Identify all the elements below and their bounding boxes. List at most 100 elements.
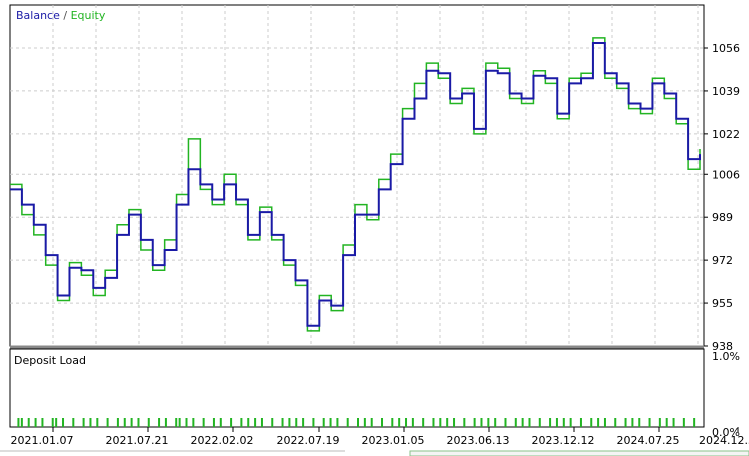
deposit-load-bar <box>72 418 75 427</box>
ytick-label: 1039 <box>712 85 740 98</box>
ytick-label: 989 <box>712 211 733 224</box>
deposit-load-bar <box>51 418 54 427</box>
chart-title: Balance / Equity <box>16 9 106 22</box>
legend-equity: Equity <box>71 9 106 22</box>
deposit-load-bar <box>693 418 696 427</box>
deposit-load-bar <box>212 418 215 427</box>
deposit-load-bar <box>130 418 133 427</box>
deposit-load-bar <box>34 418 37 427</box>
deposit-load-bar <box>254 418 257 427</box>
deposit-load-bar <box>346 418 349 427</box>
deposit-load-bar <box>487 418 490 427</box>
deposit-load-bar <box>665 418 668 427</box>
ytick-label: 1022 <box>712 128 740 141</box>
xtick-label: 2021.07.21 <box>106 434 169 447</box>
ytick-label: 1056 <box>712 42 740 55</box>
deposit-load-bar <box>271 418 274 427</box>
deposit-load-bar <box>312 418 315 427</box>
xtick-label: 2023.12.12 <box>532 434 595 447</box>
ytick-label: 1006 <box>712 168 740 181</box>
deposit-load-bar <box>631 418 634 427</box>
deposit-load-title: Deposit Load <box>14 354 86 367</box>
deposit-load-bar <box>295 418 298 427</box>
deposit-load-bar <box>480 418 483 427</box>
deposit-load-bar <box>137 418 140 427</box>
deposit-load-bar <box>514 418 517 427</box>
deposit-load-bar <box>96 418 99 427</box>
deposit-load-bar <box>230 418 233 427</box>
deposit-load-bar <box>329 418 332 427</box>
deposit-load-bar <box>370 418 373 427</box>
deposit-load-bar <box>336 418 339 427</box>
deposit-load-bar <box>20 418 23 427</box>
deposit-load-bar <box>453 418 456 427</box>
deposit-load-bar <box>89 418 92 427</box>
backtest-chart: 1056 1039 1022 1006 989 972 955 938 2021.01.07 2… <box>0 0 749 456</box>
xtick-label: 2022.02.02 <box>191 434 254 447</box>
deposit-load-bar <box>614 418 617 427</box>
deposit-load-bar <box>597 418 600 427</box>
deposit-load-bar <box>658 418 661 427</box>
deposit-load-bar <box>202 418 205 427</box>
legend-separator: / <box>60 9 71 22</box>
ytick-label: 955 <box>712 297 733 310</box>
deposit-load-bar <box>55 418 58 427</box>
deposit-load-bar <box>391 418 394 427</box>
deposit-load-bar <box>185 418 188 427</box>
deposit-load-bar <box>682 418 685 427</box>
deposit-load-bar <box>363 418 366 427</box>
deposit-load-bar <box>147 418 150 427</box>
xtick-label: 2024.07.25 <box>617 434 680 447</box>
deposit-load-bar <box>398 418 401 427</box>
main-plot-frame <box>9 4 705 347</box>
deposit-load-bar <box>648 418 651 427</box>
deposit-load-bar <box>405 418 408 427</box>
deposit-load-bar <box>549 418 552 427</box>
deposit-load-bar <box>562 418 565 427</box>
deposit-ytick-max: 1.0% <box>712 350 740 363</box>
xtick-label: 2021.01.07 <box>11 434 74 447</box>
deposit-load-bar <box>494 418 497 427</box>
deposit-load-bar <box>672 418 675 427</box>
deposit-load-bar <box>116 418 119 427</box>
deposit-load-bar <box>27 418 30 427</box>
deposit-load-bar <box>175 418 178 427</box>
xtick-label: 2022.07.19 <box>277 434 340 447</box>
deposit-load-bar <box>164 418 167 427</box>
deposit-load-bar <box>178 418 181 427</box>
deposit-load-bar <box>106 418 109 427</box>
deposit-load-bar <box>281 418 284 427</box>
chart-svg: 1056103910221006989972955938 2021.01.07 2… <box>0 4 749 456</box>
deposit-load-bar <box>638 418 641 427</box>
deposit-ytick-min: 0.0% <box>712 426 740 439</box>
deposit-load-bar <box>357 418 359 427</box>
deposit-load-bar <box>260 418 263 427</box>
deposit-load-bar <box>123 418 126 427</box>
deposit-load-bar <box>219 418 222 427</box>
deposit-load-bar <box>590 418 593 427</box>
deposit-load-bar <box>381 418 384 427</box>
deposit-load-bar <box>504 418 507 427</box>
scrollbar-right[interactable] <box>409 450 749 456</box>
deposit-load-bar <box>569 418 572 427</box>
deposit-load-bar <box>538 418 541 427</box>
xtick-label: 2023.06.13 <box>447 434 510 447</box>
deposit-load-bar <box>446 418 449 427</box>
deposit-load-bar <box>528 418 531 427</box>
legend-balance: Balance <box>16 9 60 22</box>
deposit-load-bar <box>521 418 524 427</box>
deposit-load-bar <box>579 418 582 427</box>
deposit-load-bar <box>158 418 161 427</box>
deposit-load-bar <box>463 418 466 427</box>
deposit-load-bar <box>247 418 250 427</box>
deposit-load-bar <box>432 418 435 427</box>
deposit-load-bar <box>439 418 442 427</box>
deposit-load-bar <box>240 418 243 427</box>
deposit-load-bar <box>192 418 195 427</box>
xtick-label: 2023.01.05 <box>362 434 425 447</box>
deposit-load-bar <box>17 418 20 427</box>
deposit-load-bar <box>422 418 425 427</box>
ytick-label: 972 <box>712 254 733 267</box>
deposit-load-bar <box>41 418 44 427</box>
deposit-load-bar <box>624 418 627 427</box>
